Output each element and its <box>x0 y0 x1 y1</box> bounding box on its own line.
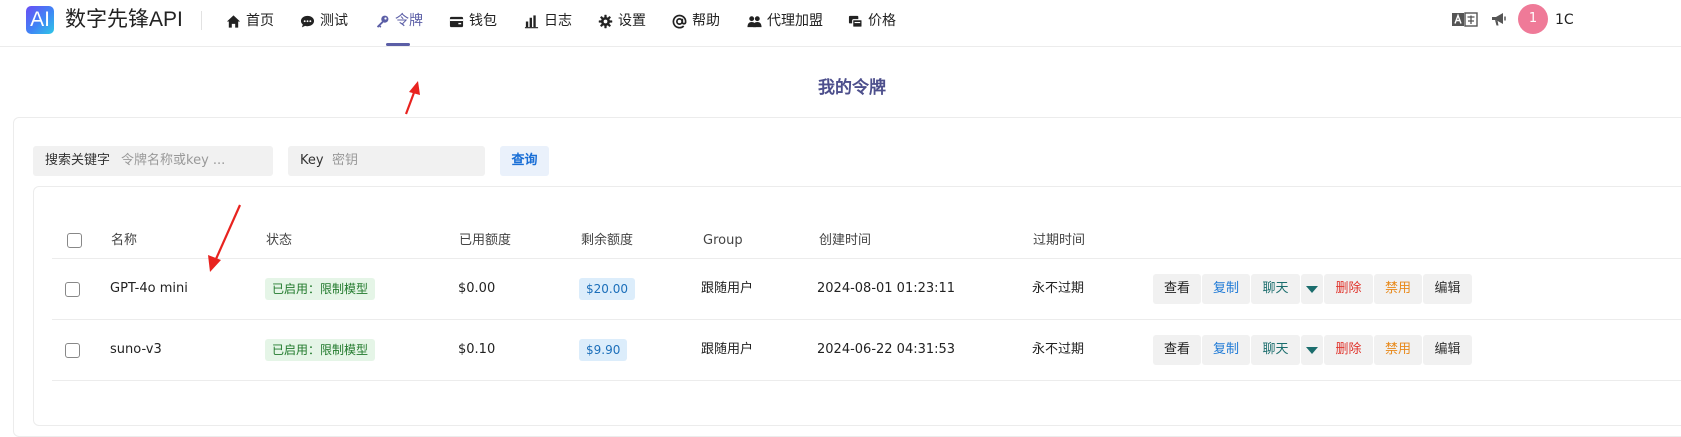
key-search-prefix: Key <box>300 153 324 168</box>
users-icon <box>747 16 762 28</box>
nav-item-label: 测试 <box>320 13 348 29</box>
disable-button[interactable]: 禁用 <box>1374 274 1422 304</box>
wallet-icon <box>449 16 464 28</box>
brand-name[interactable]: 数字先锋API <box>65 5 183 35</box>
row-divider-line <box>52 319 1681 320</box>
column-header-status[interactable]: 状态 <box>266 232 292 250</box>
home-icon <box>226 15 241 28</box>
chat-dropdown-button[interactable] <box>1301 335 1323 365</box>
key-icon <box>376 15 389 28</box>
nav-item-label: 价格 <box>868 13 896 29</box>
token-name: suno-v3 <box>110 342 162 357</box>
column-header-name[interactable]: 名称 <box>111 232 137 250</box>
gear-icon <box>598 14 613 29</box>
nav-item-label: 设置 <box>618 13 646 29</box>
created-time-value: 2024-08-01 01:23:11 <box>817 281 956 296</box>
used-quota-value: $0.00 <box>458 281 496 296</box>
copy-button[interactable]: 复制 <box>1202 335 1250 365</box>
remaining-quota-badge: $9.90 <box>579 339 628 361</box>
status-badge: 已启用：限制模型 <box>265 339 376 361</box>
column-header-used-quota[interactable]: 已用额度 <box>459 232 511 250</box>
disable-button[interactable]: 禁用 <box>1374 335 1422 365</box>
nav-item-label: 首页 <box>246 13 274 29</box>
translate-icon[interactable] <box>1452 12 1478 28</box>
avatar[interactable]: 1 <box>1518 4 1548 34</box>
expire-time-value: 永不过期 <box>1032 342 1085 357</box>
logo-icon[interactable]: AI <box>26 6 54 34</box>
key-search-placeholder: 密钥 <box>332 153 359 168</box>
copy-button[interactable]: 复制 <box>1202 274 1250 304</box>
caret-down-icon <box>1306 347 1318 354</box>
key-search-input[interactable]: Key 密钥 <box>288 146 485 176</box>
keyword-search-input[interactable]: 搜索关键字 令牌名称或key ... <box>33 146 273 176</box>
at-sign-icon <box>672 14 687 29</box>
top-navigation-bar: AI 数字先锋API 首页 测试 令牌 钱包 日志 设置 帮助 代理加盟 价格 <box>0 0 1681 47</box>
edit-button[interactable]: 编辑 <box>1423 335 1472 365</box>
delete-button[interactable]: 删除 <box>1324 274 1373 304</box>
remaining-quota-badge: $20.00 <box>579 278 635 300</box>
chat-bubble-icon <box>300 15 315 28</box>
query-button[interactable]: 查询 <box>500 146 549 176</box>
keyword-search-placeholder: 令牌名称或key ... <box>121 153 226 168</box>
token-name: GPT-4o mini <box>110 281 188 296</box>
group-value: 跟随用户 <box>701 342 754 357</box>
chat-dropdown-button[interactable] <box>1301 274 1323 304</box>
page-title: 我的令牌 <box>818 78 886 98</box>
delete-button[interactable]: 删除 <box>1324 335 1373 365</box>
active-tab-indicator <box>386 43 410 46</box>
nav-item-label: 日志 <box>544 13 572 29</box>
expire-time-value: 永不过期 <box>1032 281 1085 296</box>
status-badge: 已启用：限制模型 <box>265 278 376 300</box>
header-divider-line <box>52 258 1681 259</box>
nav-item-label: 令牌 <box>395 13 423 29</box>
token-table <box>33 186 1681 426</box>
column-header-remaining-quota[interactable]: 剩余额度 <box>581 232 633 250</box>
select-all-checkbox[interactable] <box>67 233 82 248</box>
nav-item-label: 钱包 <box>469 13 497 29</box>
bar-chart-icon <box>524 15 539 29</box>
caret-down-icon <box>1306 286 1318 293</box>
group-value: 跟随用户 <box>701 281 754 296</box>
chat-button[interactable]: 聊天 <box>1251 335 1300 365</box>
megaphone-icon[interactable] <box>1490 10 1508 28</box>
price-tag-icon <box>848 15 863 28</box>
edit-button[interactable]: 编辑 <box>1423 274 1472 304</box>
created-time-value: 2024-06-22 04:31:53 <box>817 342 956 357</box>
keyword-search-prefix: 搜索关键字 <box>45 153 111 168</box>
view-button[interactable]: 查看 <box>1153 274 1201 304</box>
view-button[interactable]: 查看 <box>1153 335 1201 365</box>
header-divider <box>201 11 202 30</box>
row-checkbox[interactable] <box>65 282 80 297</box>
column-header-created-time[interactable]: 创建时间 <box>819 232 871 250</box>
row-checkbox[interactable] <box>65 343 80 358</box>
chat-button[interactable]: 聊天 <box>1251 274 1300 304</box>
used-quota-value: $0.10 <box>458 342 496 357</box>
username-label[interactable]: 1C <box>1555 10 1574 30</box>
row-divider-line <box>52 380 1681 381</box>
column-header-group[interactable]: Group <box>703 232 743 250</box>
column-header-expire-time[interactable]: 过期时间 <box>1033 232 1085 250</box>
nav-item-label: 代理加盟 <box>767 13 823 29</box>
nav-item-label: 帮助 <box>692 13 720 29</box>
